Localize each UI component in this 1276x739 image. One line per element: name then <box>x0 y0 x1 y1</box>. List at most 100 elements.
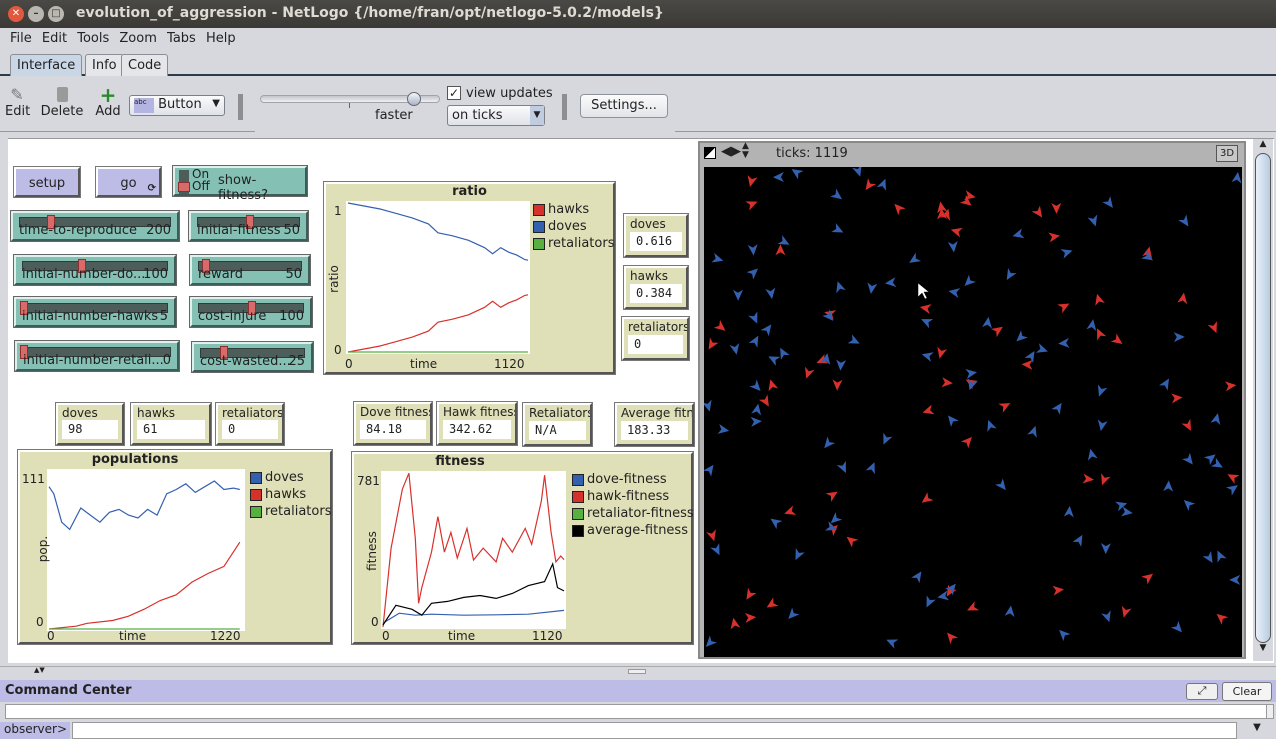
hawk-turtle <box>1101 473 1111 486</box>
toolbar-separator <box>238 94 243 120</box>
history-dropdown-icon[interactable]: ▼ <box>1242 722 1272 739</box>
observer-prompt[interactable]: observer> <box>0 722 70 739</box>
hawk-turtle <box>1121 605 1132 618</box>
dove-turtle <box>795 548 805 561</box>
menu-tabs[interactable]: Tabs <box>167 28 196 46</box>
legend-item: retaliator-fitness <box>572 505 694 522</box>
hawk-turtle <box>708 337 719 350</box>
settings-button[interactable]: Settings... <box>580 94 668 118</box>
menu-file[interactable]: File <box>10 28 32 46</box>
dove-turtle <box>1226 485 1238 496</box>
hawk-turtle <box>1171 393 1183 404</box>
x-min-label: 0 <box>345 357 353 371</box>
dove-turtle <box>948 288 961 298</box>
dove-turtle <box>909 252 922 263</box>
add-button[interactable]: + Add <box>94 83 122 119</box>
splitter[interactable]: ▲▼ <box>0 666 1276 678</box>
world-canvas[interactable] <box>704 167 1242 657</box>
dove-turtle <box>747 244 758 256</box>
tab-interface[interactable]: Interface <box>10 54 83 76</box>
mouse-cursor-icon <box>917 282 930 300</box>
expand-icon[interactable]: ⤢ <box>1186 683 1218 700</box>
update-mode-dropdown[interactable]: on ticks ▼ <box>447 105 545 126</box>
widget-type-dropdown[interactable]: abc Button ▼ <box>129 95 225 116</box>
hawk-turtle <box>937 346 948 359</box>
scroll-thumb[interactable] <box>1255 153 1271 643</box>
legend-item: hawk-fitness <box>572 488 694 505</box>
legend-item: hawks <box>250 486 331 503</box>
dove-turtle <box>1121 506 1133 517</box>
switch-label: show-fitness? <box>218 173 268 203</box>
dove-turtle <box>1178 214 1189 227</box>
show-fitness-switch[interactable]: On Off show-fitness? <box>172 165 308 203</box>
y-min-label: 0 <box>371 615 379 629</box>
close-window-icon[interactable]: ✕ <box>8 6 24 22</box>
slider-initial-fitness[interactable]: initial-fitness 50 <box>188 210 309 242</box>
hawk-turtle <box>846 536 859 548</box>
y-max-label: 1 <box>334 204 342 218</box>
menu-zoom[interactable]: Zoom <box>119 28 156 46</box>
drag-handle-icon[interactable] <box>628 669 646 674</box>
x-axis-label: time <box>410 357 438 371</box>
hawk-turtle <box>775 244 786 256</box>
delete-button[interactable]: Delete <box>40 86 84 119</box>
tab-code[interactable]: Code <box>121 54 169 76</box>
slider-cost-injure[interactable]: cost-injure 100 <box>189 296 313 328</box>
dove-turtle <box>948 415 959 428</box>
command-output-scrollbar[interactable] <box>1266 704 1274 719</box>
hawk-turtle <box>746 587 757 600</box>
scroll-up-icon[interactable]: ▲ <box>1253 139 1273 153</box>
view-updates-checkbox[interactable]: ✓ <box>447 86 461 100</box>
dove-turtle <box>1004 605 1015 617</box>
3d-button[interactable]: 3D <box>1216 145 1238 162</box>
hawk-turtle <box>706 529 716 542</box>
fitness-plot: fitness 781 0 0 time 1120 fitness dove-f… <box>351 451 694 645</box>
slider-initial-number-doves[interactable]: initial-number-do... 100 <box>13 254 177 286</box>
dove-turtle <box>751 403 762 416</box>
monitor-retaliators-fitness: Retaliators N/A <box>522 402 593 447</box>
clear-button[interactable]: Clear <box>1222 682 1272 701</box>
split-arrows-icon[interactable]: ▲▼ <box>34 666 45 674</box>
edit-button[interactable]: ✎ Edit <box>5 86 30 120</box>
go-button[interactable]: go ⟳ <box>95 166 162 198</box>
slider-initial-number-hawks[interactable]: initial-number-hawks 5 <box>13 296 177 328</box>
hawk-turtle <box>1207 321 1217 334</box>
dove-turtle <box>1016 330 1028 342</box>
slider-initial-number-retaliators[interactable]: initial-number-retali... 0 <box>14 340 180 372</box>
ratio-plot-canvas <box>346 201 530 354</box>
menu-edit[interactable]: Edit <box>42 28 67 46</box>
toolbar-divider <box>675 131 1276 132</box>
plus-icon: + <box>99 83 117 107</box>
edit-view-icon[interactable] <box>704 147 716 159</box>
minimize-window-icon[interactable]: – <box>28 6 44 22</box>
resize-horizontal-icon[interactable]: ◀▶ <box>721 144 741 159</box>
maximize-window-icon[interactable]: □ <box>48 6 64 22</box>
x-min-label: 0 <box>47 629 55 643</box>
menu-help[interactable]: Help <box>206 28 236 46</box>
hawk-turtle <box>758 394 769 407</box>
dove-turtle <box>1163 480 1174 492</box>
dove-turtle <box>964 274 976 286</box>
menu-bar: File Edit Tools Zoom Tabs Help <box>0 28 1276 50</box>
vertical-scrollbar[interactable]: ▲ ▼ <box>1253 139 1273 661</box>
switch-knob[interactable] <box>178 182 190 192</box>
slider-time-to-reproduce[interactable]: time-to-reproduce 200 <box>10 210 180 242</box>
setup-button[interactable]: setup <box>13 166 81 198</box>
speed-slider-knob[interactable] <box>407 92 421 106</box>
slider-reward[interactable]: reward 50 <box>189 254 311 286</box>
monitor-doves: doves 98 <box>55 402 125 446</box>
scroll-down-icon[interactable]: ▼ <box>1253 643 1273 657</box>
tab-info[interactable]: Info <box>85 54 124 76</box>
dove-turtle <box>836 359 847 371</box>
dove-turtle <box>886 639 899 649</box>
dove-turtle <box>1072 534 1083 547</box>
resize-vertical-icon[interactable]: ▲ ▼ <box>742 142 749 160</box>
dove-turtle <box>926 595 936 608</box>
menu-tools[interactable]: Tools <box>77 28 109 46</box>
speed-label: faster <box>375 108 413 123</box>
command-input[interactable] <box>72 722 1237 739</box>
hawk-turtle <box>1057 303 1070 314</box>
dove-turtle <box>760 324 772 337</box>
slider-cost-wasted[interactable]: cost-wasted... 25 <box>191 341 314 373</box>
legend-item: doves <box>250 469 331 486</box>
